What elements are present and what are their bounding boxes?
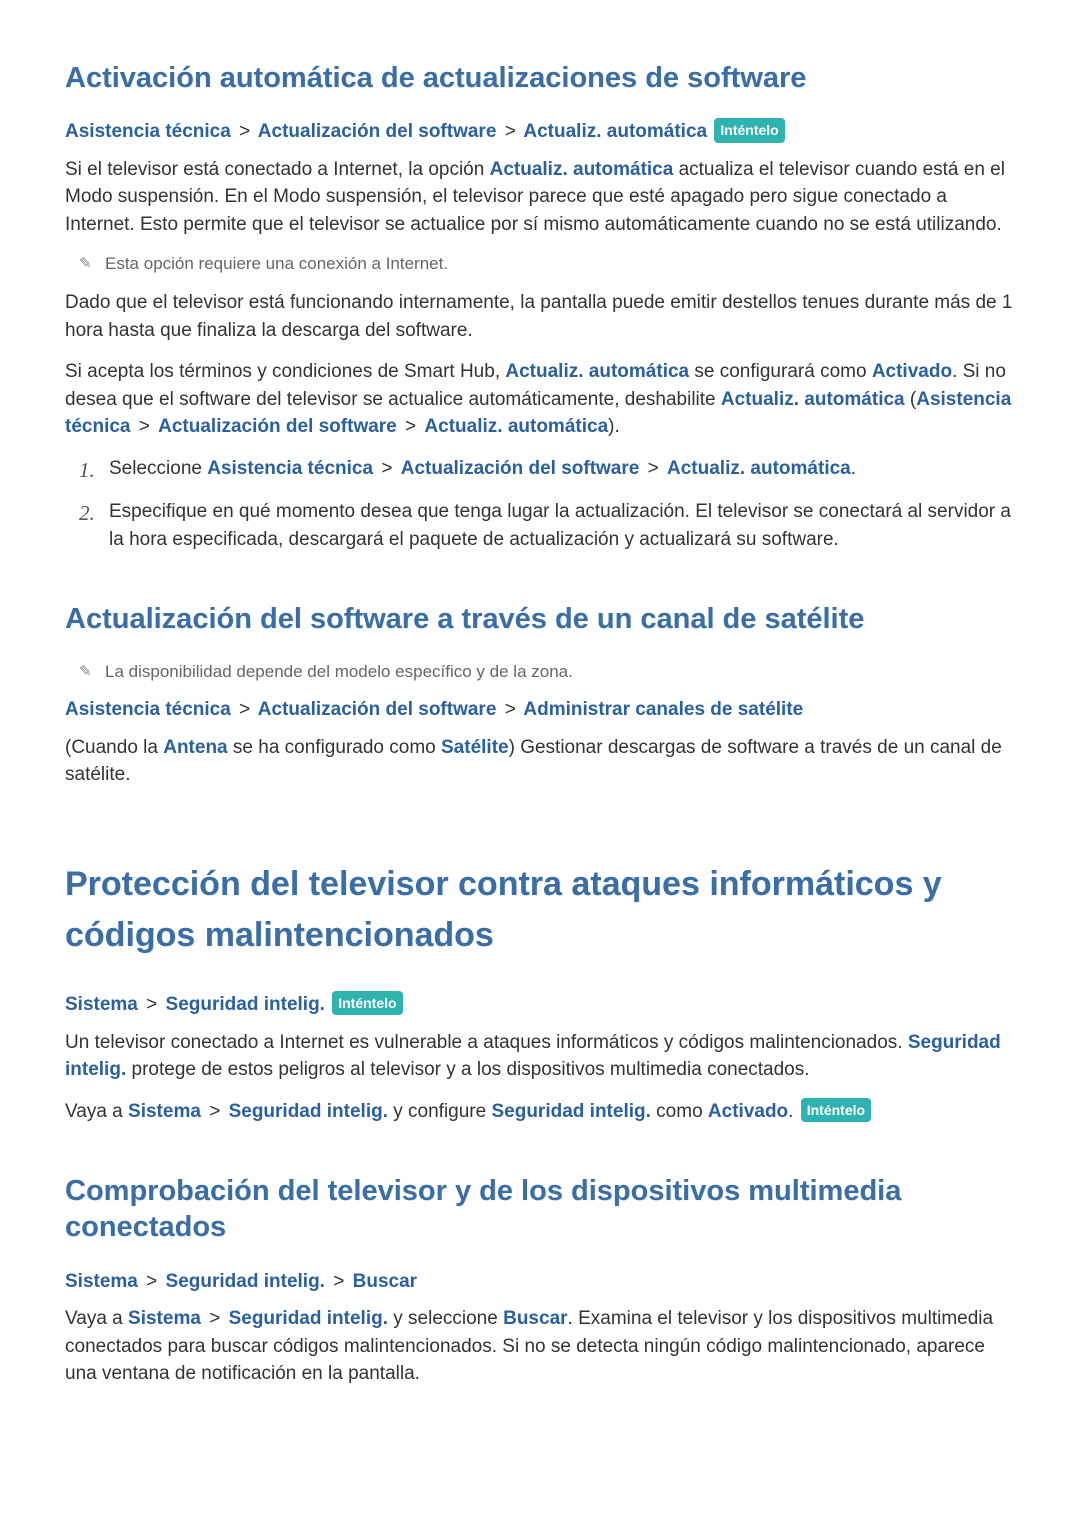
breadcrumb-item: Administrar canales de satélite bbox=[523, 699, 803, 720]
breadcrumb-separator: > bbox=[378, 458, 395, 479]
breadcrumb-separator: > bbox=[645, 458, 662, 479]
text: se ha configurado como bbox=[228, 737, 441, 758]
ui-term: Actualización del software bbox=[158, 416, 397, 437]
breadcrumb-separator: > bbox=[236, 121, 253, 142]
breadcrumb-separator: > bbox=[130, 416, 158, 437]
breadcrumb-item: Actualización del software bbox=[258, 121, 497, 142]
text: como bbox=[651, 1101, 708, 1122]
paragraph: Si acepta los términos y condiciones de … bbox=[65, 358, 1015, 441]
breadcrumb-separator: > bbox=[236, 699, 253, 720]
breadcrumb-separator: > bbox=[502, 699, 519, 720]
breadcrumb-separator: > bbox=[206, 1308, 223, 1329]
text: ( bbox=[905, 389, 917, 410]
ui-term: Asistencia técnica bbox=[207, 458, 373, 479]
breadcrumb-item: Asistencia técnica bbox=[65, 699, 231, 720]
ui-term: Actualiz. automática bbox=[424, 416, 608, 437]
ui-term: Actualiz. automática bbox=[667, 458, 851, 479]
breadcrumb-separator: > bbox=[206, 1101, 223, 1122]
note-icon: ✎ bbox=[79, 252, 105, 272]
text: Un televisor conectado a Internet es vul… bbox=[65, 1032, 908, 1053]
breadcrumb-item: Actualiz. automática bbox=[523, 121, 707, 142]
breadcrumb-separator: > bbox=[143, 994, 160, 1015]
text: . bbox=[851, 458, 856, 479]
breadcrumb-item: Sistema bbox=[65, 994, 138, 1015]
breadcrumb-item: Seguridad intelig. bbox=[166, 994, 325, 1015]
paragraph: Vaya a Sistema > Seguridad intelig. y se… bbox=[65, 1305, 1015, 1388]
heading-auto-update: Activación automática de actualizaciones… bbox=[65, 60, 1015, 96]
text: ). bbox=[608, 416, 620, 437]
note-icon: ✎ bbox=[79, 660, 105, 680]
text: (Cuando la bbox=[65, 737, 163, 758]
text: . bbox=[788, 1101, 799, 1122]
breadcrumb-separator: > bbox=[330, 1271, 347, 1292]
note: ✎ Esta opción requiere una conexión a In… bbox=[79, 252, 1015, 277]
note-text: La disponibilidad depende del modelo esp… bbox=[105, 660, 1015, 685]
text: Si el televisor está conectado a Interne… bbox=[65, 159, 490, 180]
text: Si acepta los términos y condiciones de … bbox=[65, 361, 505, 382]
text: y seleccione bbox=[388, 1308, 503, 1329]
try-now-button[interactable]: Inténtelo bbox=[714, 118, 784, 142]
ui-term: Sistema bbox=[128, 1308, 201, 1329]
try-now-button[interactable]: Inténtelo bbox=[801, 1098, 871, 1122]
step-item: Seleccione Asistencia técnica > Actualiz… bbox=[65, 455, 1015, 483]
note: ✎ La disponibilidad depende del modelo e… bbox=[79, 660, 1015, 685]
breadcrumb-item: Actualización del software bbox=[258, 699, 497, 720]
paragraph: Vaya a Sistema > Seguridad intelig. y co… bbox=[65, 1098, 1015, 1126]
paragraph: Un televisor conectado a Internet es vul… bbox=[65, 1029, 1015, 1084]
paragraph: Dado que el televisor está funcionando i… bbox=[65, 289, 1015, 344]
ui-term: Actualiz. automática bbox=[721, 389, 905, 410]
breadcrumb: Sistema > Seguridad intelig. Inténtelo bbox=[65, 991, 1015, 1019]
heading-security: Protección del televisor contra ataques … bbox=[65, 859, 1015, 961]
step-item: Especifique en qué momento desea que ten… bbox=[65, 498, 1015, 553]
text: protege de estos peligros al televisor y… bbox=[126, 1059, 809, 1080]
ui-term: Seguridad intelig. bbox=[491, 1101, 650, 1122]
text: Seleccione bbox=[109, 458, 207, 479]
ordered-steps: Seleccione Asistencia técnica > Actualiz… bbox=[65, 455, 1015, 554]
breadcrumb-separator: > bbox=[143, 1271, 160, 1292]
ui-term: Sistema bbox=[128, 1101, 201, 1122]
text: se configurará como bbox=[689, 361, 872, 382]
paragraph: Si el televisor está conectado a Interne… bbox=[65, 156, 1015, 239]
ui-term: Actualiz. automática bbox=[490, 159, 674, 180]
ui-term: Buscar bbox=[503, 1308, 567, 1329]
paragraph: (Cuando la Antena se ha configurado como… bbox=[65, 734, 1015, 789]
try-now-button[interactable]: Inténtelo bbox=[332, 991, 402, 1015]
breadcrumb: Asistencia técnica > Actualización del s… bbox=[65, 118, 1015, 146]
ui-term: Actualización del software bbox=[401, 458, 640, 479]
ui-term: Seguridad intelig. bbox=[229, 1101, 388, 1122]
ui-term: Satélite bbox=[441, 737, 509, 758]
note-text: Esta opción requiere una conexión a Inte… bbox=[105, 252, 1015, 277]
breadcrumb-item: Sistema bbox=[65, 1271, 138, 1292]
ui-term: Activado bbox=[708, 1101, 788, 1122]
ui-term: Antena bbox=[163, 737, 227, 758]
document-page: Activación automática de actualizaciones… bbox=[0, 0, 1080, 1462]
ui-term: Seguridad intelig. bbox=[229, 1308, 388, 1329]
text: Vaya a bbox=[65, 1308, 128, 1329]
text: y configure bbox=[388, 1101, 492, 1122]
text: Vaya a bbox=[65, 1101, 128, 1122]
breadcrumb-item: Asistencia técnica bbox=[65, 121, 231, 142]
ui-term: Activado bbox=[872, 361, 952, 382]
heading-check-devices: Comprobación del televisor y de los disp… bbox=[65, 1173, 1015, 1246]
ui-term: Actualiz. automática bbox=[505, 361, 689, 382]
breadcrumb: Sistema > Seguridad intelig. > Buscar bbox=[65, 1268, 1015, 1296]
breadcrumb-item: Seguridad intelig. bbox=[166, 1271, 325, 1292]
breadcrumb: Asistencia técnica > Actualización del s… bbox=[65, 696, 1015, 724]
breadcrumb-item: Buscar bbox=[353, 1271, 417, 1292]
heading-satellite-update: Actualización del software a través de u… bbox=[65, 601, 1015, 637]
breadcrumb-separator: > bbox=[397, 416, 425, 437]
breadcrumb-separator: > bbox=[502, 121, 519, 142]
